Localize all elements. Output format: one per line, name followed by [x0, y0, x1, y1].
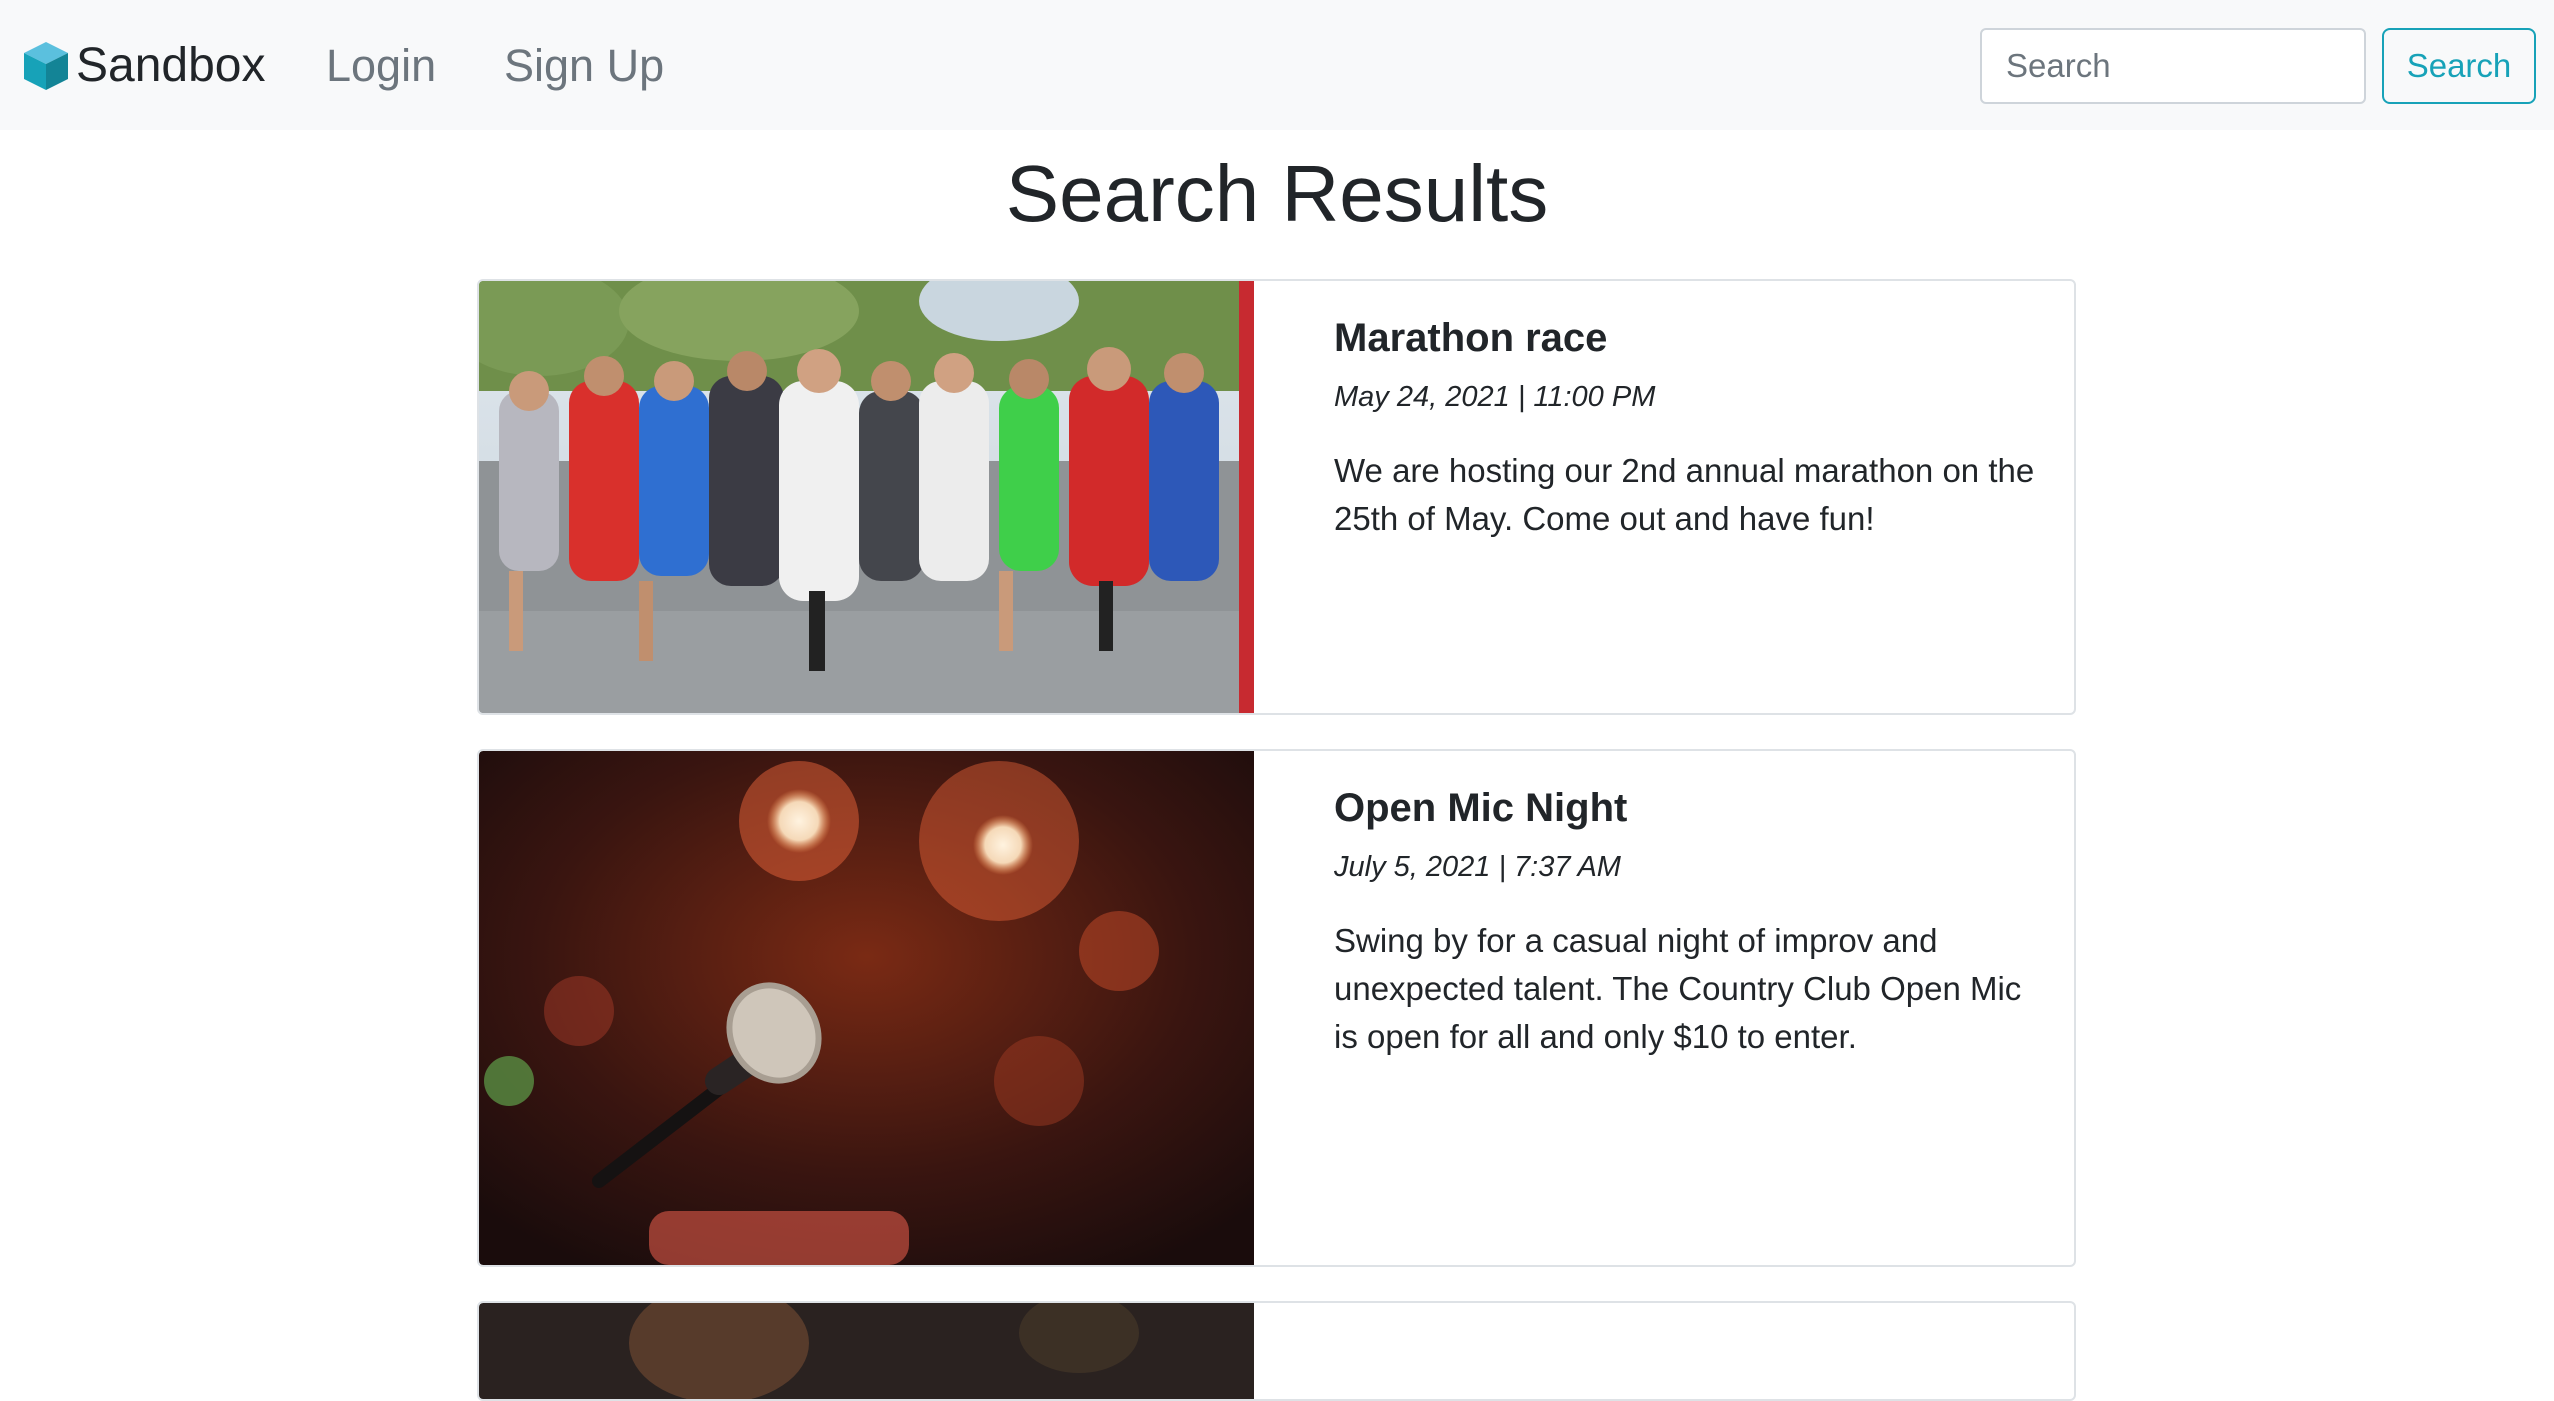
microphone-stage-image	[479, 751, 1254, 1265]
event-description: Swing by for a casual night of improv an…	[1334, 922, 2022, 1055]
result-card[interactable]: Open Mic Night July 5, 2021 | 7:37 AM Sw…	[477, 749, 2076, 1267]
event-description: We are hosting our 2nd annual marathon o…	[1334, 452, 2035, 537]
event-title[interactable]: Open Mic Night	[1334, 783, 2040, 833]
nav-signup-link[interactable]: Sign Up	[504, 36, 664, 96]
brand-link[interactable]: Sandbox	[22, 36, 266, 96]
search-button[interactable]: Search	[2382, 28, 2536, 104]
event-date: July 5, 2021 | 7:37 AM	[1334, 851, 1621, 883]
result-card[interactable]: Marathon race May 24, 2021 | 11:00 PM We…	[477, 279, 2076, 715]
search-input[interactable]	[1980, 28, 2366, 104]
result-card[interactable]	[477, 1301, 2076, 1401]
navbar: Sandbox Login Sign Up Search	[0, 0, 2554, 130]
card-body: Open Mic Night July 5, 2021 | 7:37 AM Sw…	[1334, 783, 2040, 1061]
marathon-runners-image	[479, 281, 1254, 713]
nav-login-link[interactable]: Login	[326, 36, 436, 96]
performer-image	[479, 1303, 1254, 1399]
event-title[interactable]: Marathon race	[1334, 313, 2040, 363]
brand-name: Sandbox	[76, 39, 266, 92]
event-date: May 24, 2021 | 11:00 PM	[1334, 381, 1656, 413]
cube-logo-icon	[22, 40, 70, 92]
page-title: Search Results	[1005, 149, 1549, 238]
card-body: Marathon race May 24, 2021 | 11:00 PM We…	[1334, 313, 2040, 543]
